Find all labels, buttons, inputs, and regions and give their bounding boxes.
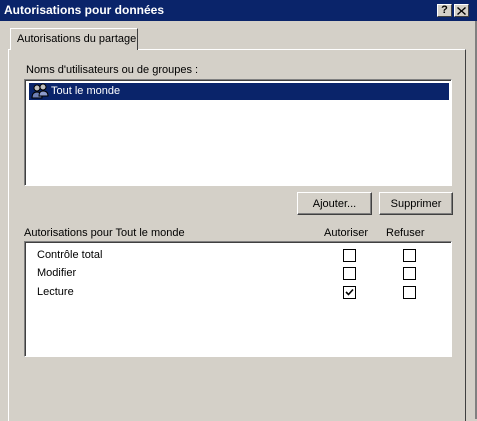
close-icon	[457, 6, 466, 15]
users-label: Noms d'utilisateurs ou de groupes :	[26, 64, 199, 76]
users-group-icon	[31, 83, 49, 99]
allow-column-header: Autoriser	[324, 227, 369, 239]
add-button[interactable]: Ajouter...	[297, 192, 372, 215]
add-button-label: Ajouter...	[312, 197, 357, 210]
close-button[interactable]	[454, 4, 469, 17]
deny-checkbox[interactable]	[403, 249, 416, 262]
title-bar[interactable]: Autorisations pour données ?	[0, 0, 477, 21]
permission-row-read: Lecture	[25, 284, 451, 302]
allow-checkbox[interactable]	[343, 249, 356, 262]
allow-checkbox[interactable]	[343, 267, 356, 280]
permissions-label: Autorisations pour Tout le monde	[24, 227, 185, 239]
tab-share-permissions[interactable]: Autorisations du partage	[10, 28, 138, 50]
users-list[interactable]: Tout le monde	[24, 79, 452, 186]
checkmark-icon	[345, 288, 354, 296]
help-icon: ?	[441, 4, 448, 16]
tab-label: Autorisations du partage	[17, 33, 137, 45]
permissions-dialog: Autorisations pour données ? Autorisatio…	[0, 0, 477, 421]
allow-checkbox[interactable]	[343, 286, 356, 299]
permission-row-modify: Modifier	[25, 265, 451, 283]
permissions-list: Contrôle total Modifier Lecture	[24, 241, 452, 357]
deny-checkbox[interactable]	[403, 286, 416, 299]
window-title: Autorisations pour données	[4, 3, 165, 17]
list-item[interactable]: Tout le monde	[29, 83, 449, 100]
permission-name: Lecture	[37, 286, 74, 298]
permission-name: Contrôle total	[37, 249, 103, 261]
list-item-label: Tout le monde	[51, 85, 121, 97]
permission-name: Modifier	[37, 267, 77, 279]
remove-button-label: Supprimer	[390, 197, 442, 210]
remove-button[interactable]: Supprimer	[379, 192, 453, 215]
permission-row-full-control: Contrôle total	[25, 247, 451, 265]
help-button[interactable]: ?	[437, 4, 452, 17]
deny-checkbox[interactable]	[403, 267, 416, 280]
deny-column-header: Refuser	[386, 227, 425, 239]
